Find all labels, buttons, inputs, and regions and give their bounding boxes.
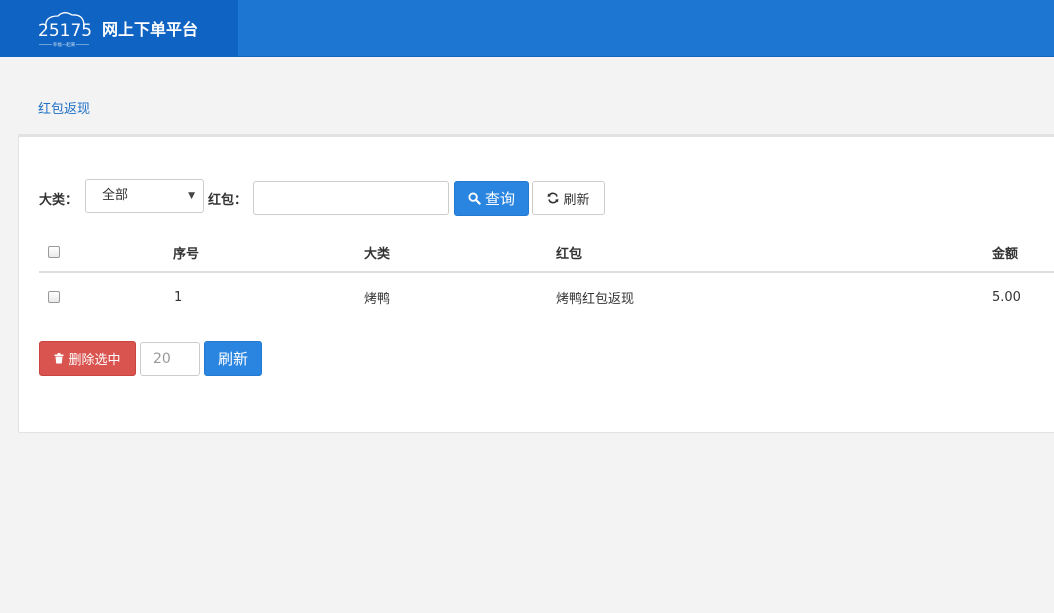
query-button[interactable]: 查询	[454, 181, 529, 216]
category-label: 大类：	[39, 193, 79, 208]
refresh-icon	[548, 192, 559, 204]
chevron-down-icon: ▼	[188, 191, 195, 201]
query-button-label: 查询	[484, 190, 515, 208]
platform-title: 网上下单平台	[102, 20, 199, 39]
logo-text: 25175	[38, 21, 92, 41]
content-panel: 大类： 全部 ▼ 红包： 查询 刷新 序号 大类 红包 金额 1 烤鸭 烤鸭红包…	[18, 134, 1054, 433]
row-amount: 5.00	[992, 289, 1021, 305]
top-header: 25175 幸福一起来 网上下单平台	[0, 0, 1054, 57]
delete-selected-button[interactable]: 删除选中	[39, 341, 136, 376]
logo-tagline: 幸福一起来	[53, 41, 76, 48]
column-header-redpacket[interactable]: 红包	[556, 233, 582, 271]
search-icon	[468, 192, 481, 205]
row-category: 烤鸭	[364, 291, 391, 307]
logo: 25175 幸福一起来	[38, 12, 92, 48]
breadcrumb[interactable]: 红包返现	[38, 98, 90, 117]
table-header: 序号 大类 红包 金额	[39, 233, 1054, 273]
row-checkbox[interactable]	[48, 291, 60, 303]
delete-selected-label: 删除选中	[68, 353, 121, 368]
row-select-cell	[48, 275, 60, 319]
select-all-cell	[48, 233, 60, 271]
redpacket-input[interactable]	[253, 181, 449, 215]
column-header-category[interactable]: 大类	[364, 233, 390, 271]
column-header-index[interactable]: 序号	[173, 233, 199, 271]
category-select[interactable]: 全部 ▼	[85, 179, 204, 213]
trash-icon	[54, 353, 64, 364]
category-selected-value: 全部	[102, 188, 129, 203]
refresh-button[interactable]: 刷新	[532, 181, 605, 215]
row-redpacket: 烤鸭红包返现	[556, 291, 635, 307]
refresh-button-label: 刷新	[563, 192, 590, 208]
table-row[interactable]: 1 烤鸭 烤鸭红包返现 5.00	[39, 275, 1054, 319]
page-size-input[interactable]: 20	[140, 342, 200, 376]
table-refresh-button[interactable]: 刷新	[204, 341, 262, 376]
row-index: 1	[174, 289, 183, 305]
brand-area[interactable]: 25175 幸福一起来 网上下单平台	[0, 0, 238, 57]
column-header-amount[interactable]: 金额	[992, 233, 1018, 271]
select-all-checkbox[interactable]	[48, 246, 60, 258]
redpacket-label: 红包：	[208, 193, 248, 208]
